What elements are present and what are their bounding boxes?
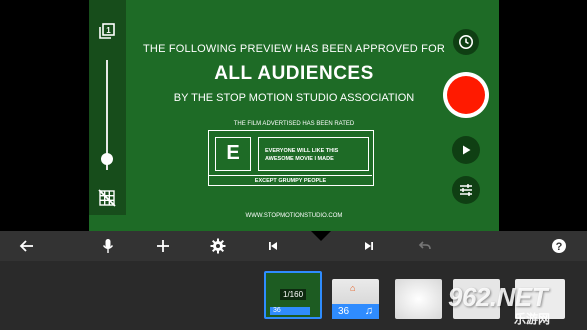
timeline-pointer <box>311 231 331 241</box>
layers-one-icon[interactable]: 1 <box>97 22 117 42</box>
play-button[interactable] <box>452 136 480 164</box>
back-arrow-icon[interactable] <box>18 237 36 255</box>
frame-audio-bar: 36 ♫ <box>332 304 379 319</box>
skip-end-icon[interactable] <box>360 237 378 255</box>
frame-thumbnail[interactable] <box>395 279 442 319</box>
adjust-settings-button[interactable] <box>452 176 480 204</box>
music-note-icon: ♫ <box>364 305 373 317</box>
camera-preview[interactable]: THE FOLLOWING PREVIEW HAS BEEN APPROVED … <box>89 0 499 231</box>
bottom-toolbar: ? <box>0 231 587 261</box>
approval-line: THE FOLLOWING PREVIEW HAS BEEN APPROVED … <box>143 43 445 55</box>
rated-label: THE FILM ADVERTISED HAS BEEN RATED <box>233 121 355 127</box>
grid-off-icon[interactable] <box>97 188 117 208</box>
record-dot-icon <box>447 76 485 114</box>
plus-icon[interactable] <box>154 237 172 255</box>
skip-start-icon[interactable] <box>264 237 282 255</box>
image-mark-icon: ⌂ <box>350 283 356 293</box>
watermark-logo: 962.NET <box>448 282 548 312</box>
svg-text:1: 1 <box>106 26 111 35</box>
undo-icon[interactable] <box>415 237 433 255</box>
rating-letter: E <box>215 137 251 171</box>
left-rail: 1 <box>89 0 126 215</box>
frame-thumbnail-selected[interactable]: 1/160 36 <box>264 271 322 319</box>
rating-desc-line-1: EVERYONE WILL LIKE THIS <box>265 148 339 154</box>
frame-counter: 1/160 <box>280 289 307 300</box>
play-icon <box>463 145 471 155</box>
rating-desc-line-2: AWESOME MOVIE I MADE <box>265 156 334 162</box>
frame-thumbnail[interactable]: ⌂ 36 ♫ <box>332 279 379 319</box>
audience-headline: ALL AUDIENCES <box>214 63 374 84</box>
gear-icon[interactable] <box>209 237 227 255</box>
sliders-icon <box>460 184 472 196</box>
frame-1-fps-bar: 36 <box>270 307 310 315</box>
opacity-slider-knob[interactable] <box>101 153 113 165</box>
association-line: BY THE STOP MOTION STUDIO ASSOCIATION <box>173 92 415 104</box>
frame-fps-count: 36 <box>338 306 350 317</box>
rating-description: EVERYONE WILL LIKE THIS AWESOME MOVIE I … <box>258 137 369 171</box>
timer-button[interactable] <box>453 29 479 55</box>
rating-footer: EXCEPT GRUMPY PEOPLE <box>209 175 372 184</box>
rating-box: E EVERYONE WILL LIKE THIS AWESOME MOVIE … <box>208 130 374 186</box>
studio-url: WWW.STOPMOTIONSTUDIO.COM <box>245 213 343 219</box>
capture-button[interactable] <box>443 72 489 118</box>
clock-icon <box>459 35 473 49</box>
help-icon[interactable]: ? <box>550 237 568 255</box>
microphone-icon[interactable] <box>99 237 117 255</box>
svg-text:?: ? <box>556 241 563 253</box>
watermark-subtext: 乐游网 <box>514 312 551 326</box>
